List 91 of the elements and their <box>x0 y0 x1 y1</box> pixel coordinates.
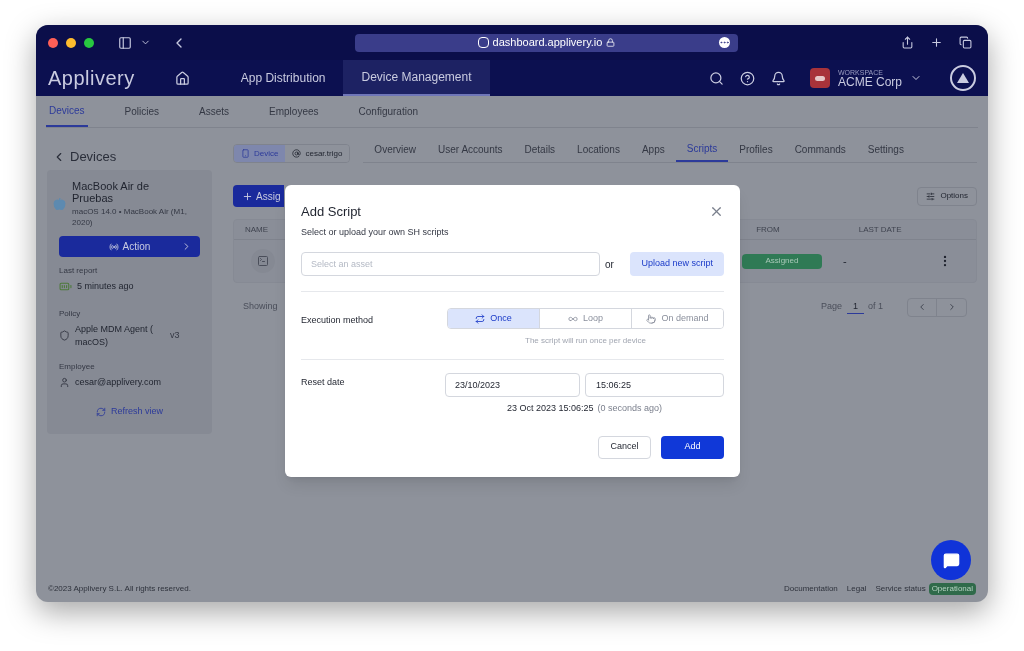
new-tab-icon[interactable] <box>930 36 943 49</box>
field-label: Reset date <box>301 376 346 389</box>
identity-tab[interactable]: Device <box>234 145 286 162</box>
column-header: FROM <box>756 223 780 236</box>
app-logo[interactable]: Applivery <box>48 63 135 93</box>
section-tab[interactable]: Locations <box>566 137 631 162</box>
footer-link[interactable]: Legal <box>846 583 867 595</box>
assign-button[interactable]: Assig <box>233 185 284 207</box>
field-label: Last report <box>59 265 99 277</box>
help-icon[interactable] <box>740 70 755 86</box>
add-button[interactable]: Add <box>661 435 724 459</box>
nav-tab[interactable]: Device Management <box>343 60 490 96</box>
search-icon[interactable] <box>709 70 724 86</box>
table-cell-text: - <box>843 253 847 269</box>
footer-link[interactable]: Service status <box>875 583 926 595</box>
sidebar-icon[interactable] <box>118 35 132 50</box>
user-icon <box>59 376 70 388</box>
subnav-tab[interactable]: Configuration <box>355 96 421 127</box>
method-option[interactable]: On demand <box>631 309 723 328</box>
sliders-icon <box>926 191 936 201</box>
section-tab[interactable]: Apps <box>630 137 676 162</box>
options-button[interactable]: Options <box>917 186 977 206</box>
employee-email: cesar@applivery.com <box>75 375 161 389</box>
more-icon[interactable] <box>719 37 730 48</box>
section-tab[interactable]: Commands <box>783 137 857 162</box>
plus-icon <box>242 190 253 202</box>
section-tab[interactable]: Overview <box>363 137 428 162</box>
subnav-tab[interactable]: Policies <box>121 96 163 127</box>
nav-tab[interactable]: App Distribution <box>222 60 344 96</box>
section-tab[interactable]: Settings <box>856 137 915 162</box>
action-button[interactable]: Action <box>59 236 200 257</box>
status-badge: Operational <box>928 583 976 595</box>
refresh-icon <box>96 406 106 417</box>
shield-icon <box>59 330 70 341</box>
status-badge: Assigned <box>742 253 822 269</box>
chat-button[interactable] <box>931 540 971 580</box>
subnav-tab[interactable]: Devices <box>46 96 88 127</box>
refresh-link[interactable]: Refresh view <box>96 405 163 419</box>
section-tab[interactable]: Profiles <box>728 137 784 162</box>
phone-icon <box>241 149 250 158</box>
field-label: Policy <box>59 307 82 320</box>
back-link[interactable]: Devices <box>52 148 212 166</box>
subnav-tab[interactable]: Assets <box>196 96 233 127</box>
chat-bubble-icon <box>942 551 960 569</box>
or-text: or <box>605 257 614 272</box>
field-label: Execution method <box>301 314 375 327</box>
dialog-title: Add Script <box>301 203 361 221</box>
copyright-text: ©2023 Applivery S.L. All rights reserved. <box>48 583 191 595</box>
last-report-text: 5 minutes ago <box>77 280 134 293</box>
subnav-tab[interactable]: Employees <box>266 96 322 127</box>
section-tab[interactable]: Scripts <box>675 137 729 162</box>
column-header: LAST DATE <box>858 223 902 236</box>
device-subtitle: macOS 14.0 • MacBook Air (M1, 2020) <box>72 206 188 228</box>
page-input[interactable]: 1 <box>846 299 864 315</box>
workspace-logo-icon <box>810 68 830 88</box>
cancel-button[interactable]: Cancel <box>598 435 651 459</box>
share-icon[interactable] <box>901 36 914 49</box>
method-option[interactable]: Once <box>448 309 539 328</box>
device-name: MacBook Air de Pruebas <box>72 180 151 204</box>
method-hint: The script will run once per device <box>525 335 646 347</box>
footer-link[interactable]: Documentation <box>784 583 838 595</box>
tabs-icon[interactable] <box>959 36 972 49</box>
avatar-icon[interactable] <box>950 65 976 91</box>
at-icon <box>292 149 302 158</box>
home-icon[interactable] <box>174 70 190 86</box>
method-icon <box>475 313 486 324</box>
section-tab[interactable]: Details <box>513 137 567 162</box>
date-field[interactable]: 23/10/2023 <box>445 373 580 397</box>
time-field[interactable]: 15:06:25 <box>585 373 724 397</box>
policy-version: v3 <box>170 328 180 342</box>
policy-name: Apple MDM Agent ( macOS) <box>75 322 155 349</box>
column-header: NAME <box>245 223 269 236</box>
dialog-subtitle: Select or upload your own SH scripts <box>301 225 450 239</box>
bell-icon[interactable] <box>771 70 786 86</box>
relative-time: (0 seconds ago) <box>597 402 663 415</box>
page-label: Page <box>820 300 842 314</box>
section-tab[interactable]: User Accounts <box>427 137 514 162</box>
method-icon <box>646 313 657 324</box>
upload-button[interactable]: Upload new script <box>630 252 724 276</box>
address-bar[interactable]: dashboard.applivery.io <box>355 33 738 52</box>
showing-text: Showing <box>243 300 278 314</box>
url-text: dashboard.applivery.io <box>492 35 603 51</box>
asset-field[interactable]: Select an asset <box>301 252 600 276</box>
field-label: Employee <box>59 360 96 373</box>
terminal-icon <box>251 249 275 273</box>
lock-icon <box>606 38 616 47</box>
device-icon <box>53 197 67 211</box>
date-summary: 23 Oct 2023 15:06:25 <box>506 402 594 415</box>
broadcast-icon <box>108 241 119 252</box>
page-total: of 1 <box>868 300 883 314</box>
workspace-name: ACME Corp <box>838 75 902 88</box>
